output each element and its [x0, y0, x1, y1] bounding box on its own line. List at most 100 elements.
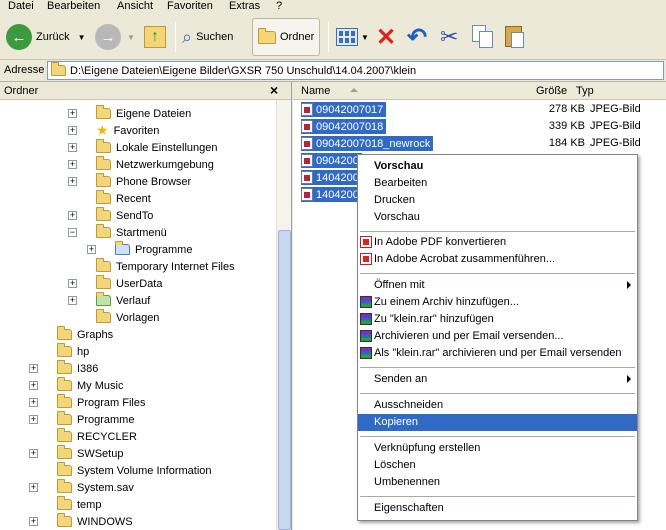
- delete-item[interactable]: Löschen: [358, 457, 637, 474]
- expand-icon[interactable]: +: [68, 143, 77, 152]
- rename-item[interactable]: Umbenennen: [358, 474, 637, 491]
- cut-button[interactable]: ✂: [440, 18, 458, 56]
- tree-item[interactable]: My Music: [57, 377, 123, 394]
- file-name[interactable]: 1404200: [301, 187, 362, 202]
- tree-item[interactable]: System Volume Information: [57, 462, 212, 479]
- cut-item[interactable]: Ausschneiden: [358, 397, 637, 414]
- tree-item[interactable]: ★ Favoriten: [96, 122, 159, 139]
- file-name[interactable]: 0904200: [301, 153, 362, 168]
- preview-default-item[interactable]: Vorschau: [358, 158, 637, 175]
- file-row[interactable]: 09042007018 339 KB JPEG-Bild: [293, 118, 666, 135]
- file-row[interactable]: 09042007017 278 KB JPEG-Bild: [293, 101, 666, 118]
- tree-item[interactable]: hp: [57, 343, 89, 360]
- expand-icon[interactable]: +: [68, 279, 77, 288]
- column-type[interactable]: Typ: [576, 85, 594, 97]
- tree-item[interactable]: Graphs: [57, 326, 113, 343]
- tree-item[interactable]: Lokale Einstellungen: [96, 139, 218, 156]
- tree-item[interactable]: Program Files: [57, 394, 145, 411]
- tree-scrollbar[interactable]: [276, 100, 291, 530]
- tree-item[interactable]: Netzwerkumgebung: [96, 156, 214, 173]
- file-name[interactable]: 09042007018_newrock: [301, 136, 434, 151]
- forward-dropdown-icon[interactable]: ▼: [127, 33, 135, 42]
- back-button[interactable]: ← Zurück ▼: [6, 18, 86, 56]
- tree-item[interactable]: Phone Browser: [96, 173, 191, 190]
- tree-item[interactable]: Recent: [96, 190, 151, 207]
- search-button[interactable]: ⌕ Suchen: [182, 18, 233, 56]
- edit-item[interactable]: Bearbeiten: [358, 175, 637, 192]
- preview-item[interactable]: Vorschau: [358, 209, 637, 226]
- menu-separator: [360, 231, 635, 232]
- tree-item[interactable]: Programme: [57, 411, 134, 428]
- file-name[interactable]: 1404200: [301, 170, 362, 185]
- close-icon[interactable]: ×: [270, 82, 278, 98]
- expand-icon[interactable]: +: [29, 517, 38, 526]
- tree-item[interactable]: Vorlagen: [96, 309, 159, 326]
- tree-item[interactable]: Temporary Internet Files: [96, 258, 235, 275]
- collapse-icon[interactable]: −: [68, 228, 77, 237]
- expand-icon[interactable]: +: [29, 364, 38, 373]
- views-dropdown-icon[interactable]: ▼: [361, 33, 369, 42]
- expand-icon[interactable]: +: [68, 160, 77, 169]
- acrobat-combine-item[interactable]: In Adobe Acrobat zusammenführen...: [358, 251, 637, 268]
- copy-button[interactable]: [472, 18, 494, 56]
- expand-icon[interactable]: +: [29, 381, 38, 390]
- tree-item[interactable]: temp: [57, 496, 101, 513]
- open-with-item[interactable]: Öffnen mit: [358, 277, 637, 294]
- tree-item[interactable]: Eigene Dateien: [96, 105, 191, 122]
- undo-button[interactable]: ↶: [407, 18, 427, 56]
- copy-item[interactable]: Kopieren: [358, 414, 637, 431]
- folders-button[interactable]: Ordner: [252, 18, 321, 56]
- print-item[interactable]: Drucken: [358, 192, 637, 209]
- menu-help[interactable]: ?: [276, 0, 282, 12]
- tree-scrollbar-thumb[interactable]: [278, 230, 291, 530]
- tree-item[interactable]: I386: [57, 360, 98, 377]
- menu-datei[interactable]: Datei: [8, 0, 34, 12]
- create-shortcut-item[interactable]: Verknüpfung erstellen: [358, 440, 637, 457]
- file-row[interactable]: 09042007018_newrock 184 KB JPEG-Bild: [293, 135, 666, 152]
- views-button[interactable]: ▼: [336, 18, 369, 56]
- add-to-archive-item[interactable]: Zu einem Archiv hinzufügen...: [358, 294, 637, 311]
- expand-icon[interactable]: +: [68, 109, 77, 118]
- menu-separator: [360, 496, 635, 497]
- convert-to-pdf-item[interactable]: In Adobe PDF konvertieren: [358, 234, 637, 251]
- expand-icon[interactable]: +: [29, 415, 38, 424]
- expand-icon[interactable]: +: [68, 177, 77, 186]
- expand-icon[interactable]: +: [68, 126, 77, 135]
- tree-item-label: UserData: [116, 277, 163, 290]
- column-name[interactable]: Name: [301, 85, 330, 97]
- expand-icon[interactable]: +: [29, 449, 38, 458]
- expand-icon[interactable]: +: [87, 245, 96, 254]
- tree-item[interactable]: Verlauf: [96, 292, 150, 309]
- send-to-item[interactable]: Senden an: [358, 371, 637, 388]
- archive-and-email-item[interactable]: Archivieren und per Email versenden...: [358, 328, 637, 345]
- properties-item[interactable]: Eigenschaften: [358, 500, 637, 517]
- tree-item[interactable]: WINDOWS: [57, 513, 133, 530]
- forward-button[interactable]: → ▼: [95, 18, 135, 56]
- expand-icon[interactable]: +: [29, 398, 38, 407]
- expand-icon[interactable]: +: [68, 296, 77, 305]
- add-to-klein-rar-item[interactable]: Zu "klein.rar" hinzufügen: [358, 311, 637, 328]
- address-input[interactable]: D:\Eigene Dateien\Eigene Bilder\GXSR 750…: [47, 61, 664, 80]
- tree-item[interactable]: Programme: [115, 241, 192, 258]
- menu-extras[interactable]: Extras: [229, 0, 260, 12]
- file-name[interactable]: 09042007018: [301, 119, 387, 134]
- tree-item[interactable]: SendTo: [96, 207, 153, 224]
- menu-favoriten[interactable]: Favoriten: [167, 0, 213, 12]
- delete-button[interactable]: ✕: [376, 18, 396, 56]
- tree-item[interactable]: Startmenü: [96, 224, 167, 241]
- file-name[interactable]: 09042007017: [301, 102, 387, 117]
- menu-ansicht[interactable]: Ansicht: [117, 0, 153, 12]
- column-size[interactable]: Größe: [536, 85, 567, 97]
- archive-klein-rar-email-item[interactable]: Als "klein.rar" archivieren und per Emai…: [358, 345, 637, 362]
- back-dropdown-icon[interactable]: ▼: [78, 33, 86, 42]
- jpeg-file-icon: [301, 154, 313, 167]
- expand-icon[interactable]: +: [68, 211, 77, 220]
- tree-item[interactable]: RECYCLER: [57, 428, 137, 445]
- tree-item[interactable]: SWSetup: [57, 445, 123, 462]
- tree-item[interactable]: System.sav: [57, 479, 134, 496]
- up-folder-button[interactable]: ↑: [144, 18, 166, 56]
- tree-item[interactable]: UserData: [96, 275, 162, 292]
- menu-bearbeiten[interactable]: Bearbeiten: [47, 0, 100, 12]
- paste-button[interactable]: [504, 18, 526, 56]
- expand-icon[interactable]: +: [29, 483, 38, 492]
